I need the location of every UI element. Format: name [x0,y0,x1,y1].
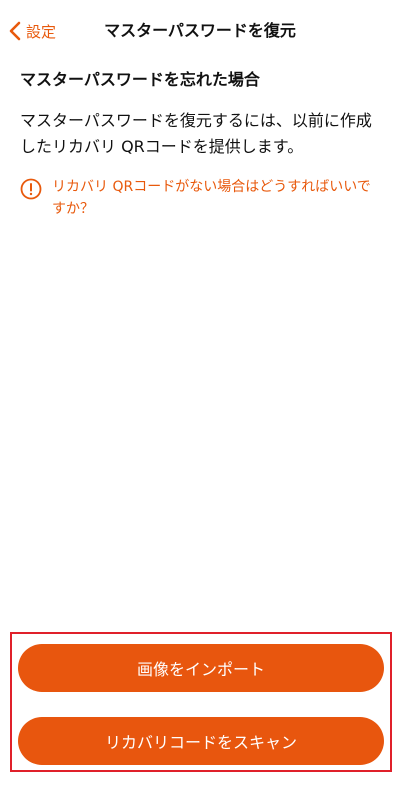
info-circle-icon [20,178,42,200]
back-button[interactable]: 設定 [8,16,56,46]
description-text: マスターパスワードを復元するには、以前に作成したリカバリ QRコードを提供します… [20,111,372,156]
main-content: マスターパスワードを忘れた場合 マスターパスワードを復元するには、以前に作成した… [20,66,382,220]
recover-master-password-screen: 設定 マスターパスワードを復元 マスターパスワードを忘れた場合 マスターパスワー… [0,0,400,800]
no-recovery-code-help-link[interactable]: リカバリ QRコードがない場合はどうすればいいですか？ [20,176,382,220]
import-image-button[interactable]: 画像をインポート [18,644,384,692]
help-link-text: リカバリ QRコードがない場合はどうすればいいですか？ [52,179,371,217]
page-title: マスターパスワードを復元 [104,21,296,40]
scan-recovery-code-button[interactable]: リカバリコードをスキャン [18,717,384,765]
navigation-bar: 設定 マスターパスワードを復元 [0,12,400,50]
section-heading: マスターパスワードを忘れた場合 [20,70,260,89]
action-button-group: 画像をインポート リカバリコードをスキャン [10,632,392,772]
back-label: 設定 [26,22,57,41]
chevron-left-icon [8,20,22,42]
